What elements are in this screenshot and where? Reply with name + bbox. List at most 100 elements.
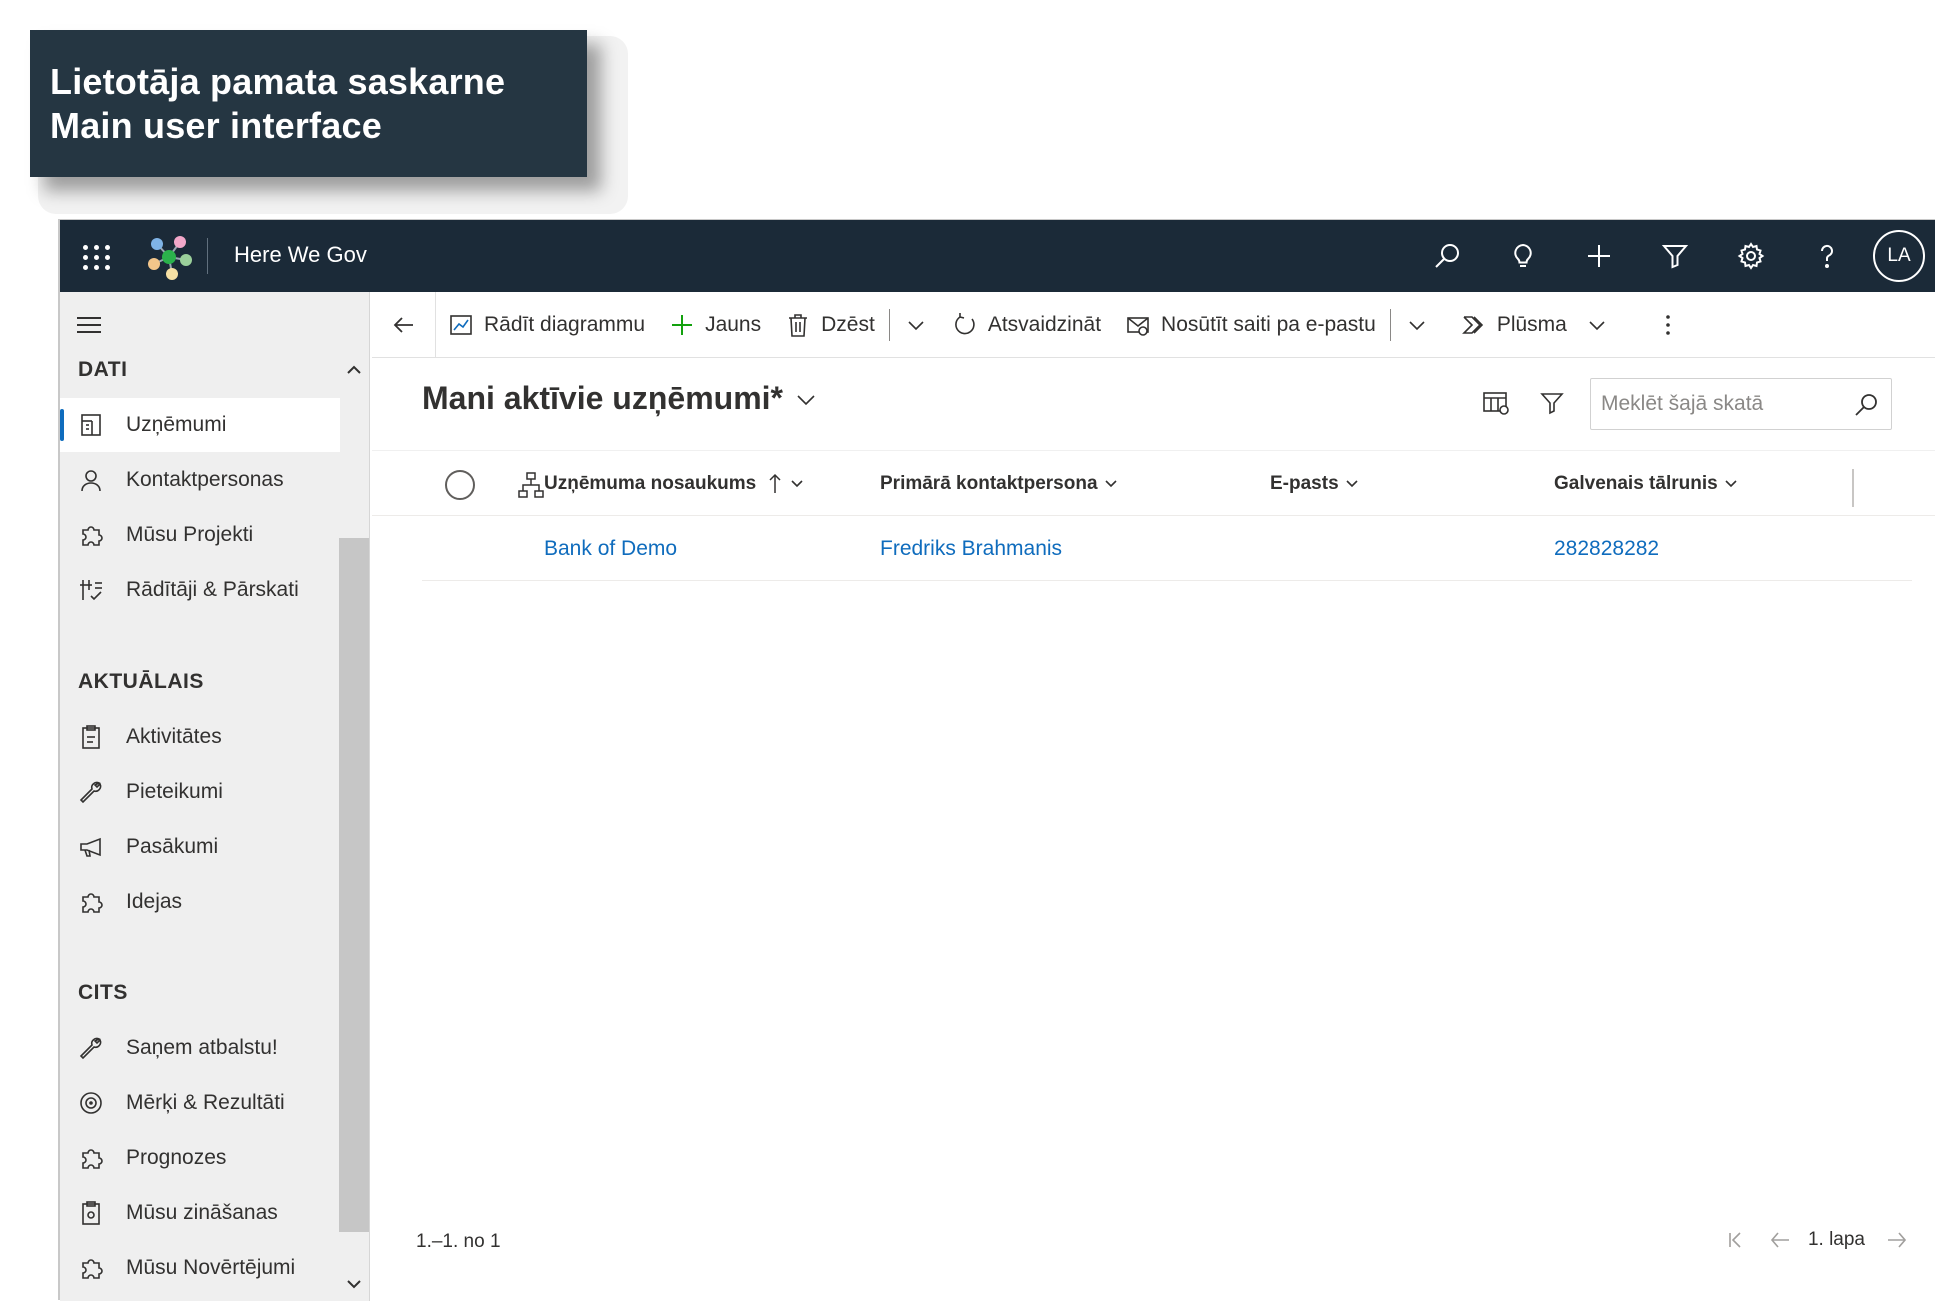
sidebar-item-raditaji-parskati[interactable]: Rādītāji & Pārskati bbox=[60, 563, 340, 617]
trash-icon bbox=[789, 313, 808, 337]
sidebar-item-musu-projekti[interactable]: Mūsu Projekti bbox=[60, 508, 340, 562]
new-label: Jauns bbox=[705, 312, 762, 336]
wrench-icon bbox=[79, 781, 102, 804]
hierarchy-icon[interactable] bbox=[517, 471, 545, 499]
column-resize-divider[interactable] bbox=[1852, 469, 1854, 507]
command-divider bbox=[888, 308, 890, 341]
puzzle-icon bbox=[82, 1259, 103, 1279]
next-page-button[interactable] bbox=[1875, 1222, 1919, 1258]
sidebar-item-pasakumi[interactable]: Pasākumi bbox=[60, 820, 340, 874]
sidebar-item-pieteikumi[interactable]: Pieteikumi bbox=[60, 765, 340, 819]
column-header-main-phone[interactable]: Galvenais tālrunis bbox=[1554, 451, 1738, 517]
view-search-input[interactable] bbox=[1601, 392, 1841, 416]
chevron-down-icon bbox=[1589, 320, 1605, 330]
edit-columns-icon bbox=[1483, 392, 1509, 415]
more-commands-button[interactable] bbox=[1643, 292, 1693, 358]
grid-header: Uzņēmuma nosaukums Primārā kontaktperson… bbox=[372, 450, 1935, 516]
hamburger-menu-icon[interactable] bbox=[72, 308, 106, 342]
sidebar-item-label: Aktivitātes bbox=[126, 725, 222, 748]
new-button[interactable]: Jauns bbox=[657, 292, 773, 358]
refresh-button[interactable]: Atsvaidzināt bbox=[940, 292, 1113, 358]
plus-icon[interactable] bbox=[1561, 220, 1637, 292]
view-selector[interactable]: Mani aktīvie uzņēmumi* bbox=[422, 380, 817, 417]
primary-contact-link[interactable]: Fredriks Brahmanis bbox=[880, 516, 1062, 581]
command-divider bbox=[1389, 308, 1391, 341]
app-window: Here We Gov LA DATI Uzņēmumi Kontaktpers… bbox=[58, 219, 1935, 1301]
target-icon bbox=[80, 1092, 102, 1114]
search-icon[interactable] bbox=[1409, 220, 1485, 292]
topbar-divider bbox=[207, 238, 208, 274]
sidebar-item-label: Prognozes bbox=[126, 1146, 227, 1169]
arrow-left-icon bbox=[393, 316, 413, 333]
filter-icon[interactable] bbox=[1637, 220, 1713, 292]
chevron-down-icon bbox=[908, 320, 924, 330]
filter-icon bbox=[1540, 393, 1564, 415]
view-search-box[interactable] bbox=[1590, 378, 1892, 430]
person-icon bbox=[81, 470, 101, 492]
column-header-email[interactable]: E-pasts bbox=[1270, 451, 1359, 517]
select-all-checkbox[interactable] bbox=[445, 470, 475, 500]
email-more-dropdown[interactable] bbox=[1393, 292, 1441, 358]
gear-icon[interactable] bbox=[1713, 220, 1789, 292]
command-bar: Rādīt diagrammu Jauns Dzēst Atsvaidzināt… bbox=[372, 291, 1935, 358]
column-header-company-name[interactable]: Uzņēmuma nosaukums bbox=[544, 451, 804, 517]
flow-button[interactable]: Plūsma bbox=[1441, 292, 1619, 358]
chevron-down-icon bbox=[1346, 480, 1358, 488]
sidebar-item-kontaktpersonas[interactable]: Kontaktpersonas bbox=[60, 453, 340, 507]
sidebar-item-idejas[interactable]: Idejas bbox=[60, 875, 340, 929]
edit-filters-button[interactable] bbox=[1524, 378, 1580, 428]
show-chart-button[interactable]: Rādīt diagrammu bbox=[436, 292, 657, 358]
app-launcher-icon[interactable] bbox=[78, 238, 114, 274]
sidebar-item-label: Mūsu Novērtējumi bbox=[126, 1256, 296, 1279]
table-row[interactable]: Bank of Demo Fredriks Brahmanis 28282828… bbox=[422, 516, 1912, 581]
scroll-up-icon[interactable] bbox=[346, 362, 362, 378]
back-button[interactable] bbox=[372, 291, 436, 358]
sidebar-item-label: Idejas bbox=[126, 890, 183, 913]
delete-more-dropdown[interactable] bbox=[892, 292, 940, 358]
sidebar-item-musu-novertejumi[interactable]: Mūsu Novērtējumi bbox=[60, 1241, 340, 1295]
puzzle-icon bbox=[82, 893, 103, 913]
flow-icon bbox=[1461, 315, 1483, 334]
user-avatar[interactable]: LA bbox=[1873, 230, 1925, 282]
more-vertical-icon bbox=[1666, 314, 1670, 335]
sidebar-item-prognozes[interactable]: Prognozes bbox=[60, 1131, 340, 1185]
chevron-down-icon bbox=[1104, 480, 1117, 488]
wrench-icon bbox=[79, 1037, 102, 1060]
sidebar-item-sanem-atbalstu[interactable]: Saņem atbalstu! bbox=[60, 1021, 340, 1075]
previous-page-button[interactable] bbox=[1758, 1222, 1802, 1258]
page-number: 1. lapa bbox=[1807, 1229, 1865, 1250]
refresh-icon bbox=[954, 312, 975, 334]
sort-ascending-icon bbox=[769, 473, 781, 493]
arrow-right-icon bbox=[1888, 1232, 1907, 1248]
refresh-label: Atsvaidzināt bbox=[987, 312, 1102, 336]
scroll-down-icon[interactable] bbox=[346, 1276, 362, 1292]
app-logo-icon[interactable] bbox=[142, 230, 196, 284]
sidebar-item-aktivitates[interactable]: Aktivitātes bbox=[60, 710, 340, 764]
delete-button[interactable]: Dzēst bbox=[773, 292, 887, 358]
puzzle-icon bbox=[82, 1149, 103, 1169]
search-icon[interactable] bbox=[1853, 392, 1879, 418]
first-page-button[interactable] bbox=[1714, 1222, 1758, 1258]
sidebar-item-uznemumi[interactable]: Uzņēmumi bbox=[60, 398, 340, 452]
scroll-thumb[interactable] bbox=[339, 538, 369, 1232]
column-header-primary-contact[interactable]: Primārā kontaktpersona bbox=[880, 451, 1118, 517]
sidebar-group-cits: CITS bbox=[78, 981, 128, 1004]
email-link-button[interactable]: Nosūtīt saiti pa e-pastu bbox=[1113, 292, 1388, 358]
sidebar-item-merki-rezultati[interactable]: Mērķi & Rezultāti bbox=[60, 1076, 340, 1130]
sidebar-scrollbar[interactable] bbox=[339, 292, 369, 1301]
arrow-left-icon bbox=[1770, 1232, 1789, 1248]
lightbulb-icon[interactable] bbox=[1485, 220, 1561, 292]
chevron-down-icon bbox=[791, 480, 803, 488]
column-header-label: E-pasts bbox=[1270, 473, 1339, 494]
company-name-link[interactable]: Bank of Demo bbox=[544, 516, 677, 581]
sidebar-group-dati: DATI bbox=[78, 358, 128, 381]
chart-icon bbox=[450, 314, 472, 335]
help-icon[interactable] bbox=[1789, 220, 1865, 292]
sidebar-item-musu-zinasanas[interactable]: Mūsu zināšanas bbox=[60, 1186, 340, 1240]
app-title[interactable]: Here We Gov bbox=[234, 242, 367, 268]
megaphone-icon bbox=[80, 837, 101, 857]
phone-link[interactable]: 282828282 bbox=[1554, 516, 1659, 581]
sidebar-item-label: Pieteikumi bbox=[126, 780, 223, 803]
chevron-down-icon bbox=[797, 394, 815, 405]
edit-columns-button[interactable] bbox=[1468, 378, 1524, 428]
